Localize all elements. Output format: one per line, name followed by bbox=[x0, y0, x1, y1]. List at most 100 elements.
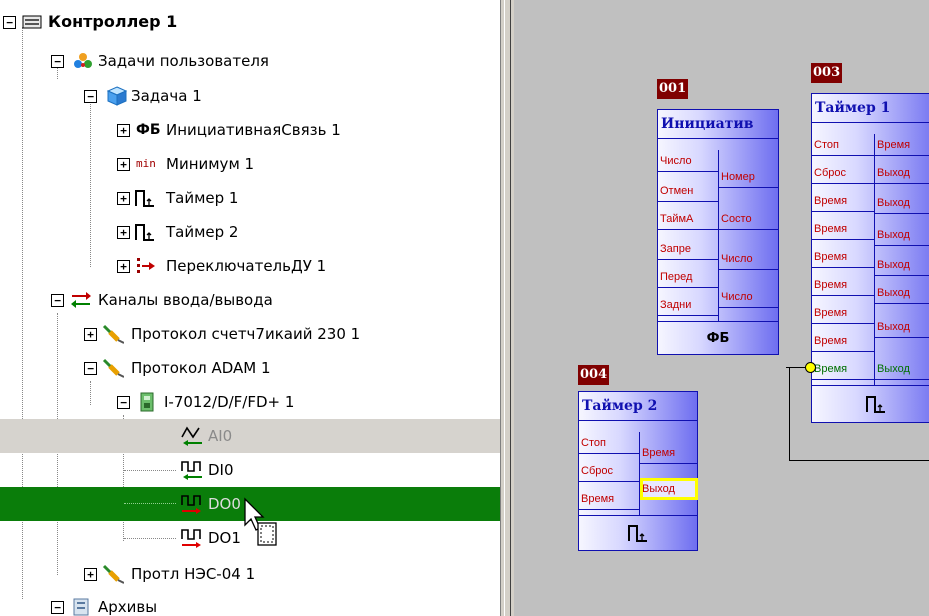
expand-icon[interactable]: + bbox=[117, 192, 130, 205]
cube-icon bbox=[106, 86, 128, 106]
input-pin[interactable]: Время bbox=[812, 274, 874, 296]
input-pin[interactable]: Перед bbox=[658, 266, 718, 288]
block-tag: 004 bbox=[578, 365, 610, 385]
block-title: Инициатив bbox=[658, 110, 778, 139]
input-pin-connected[interactable]: Время bbox=[812, 358, 874, 380]
input-pin[interactable]: Сброс bbox=[579, 460, 639, 482]
block-footer: ФБ bbox=[658, 321, 778, 354]
input-pin[interactable]: Запре bbox=[658, 238, 718, 260]
tree-item-module[interactable]: − I-7012/D/F/FD+ 1 bbox=[0, 385, 500, 419]
output-pin[interactable]: Время bbox=[640, 442, 698, 464]
tree-item-min[interactable]: + min Минимум 1 bbox=[0, 147, 500, 181]
tree-item-archives[interactable]: − Архивы bbox=[0, 590, 500, 616]
block-title: Таймер 1 bbox=[812, 94, 929, 123]
tree-item-label: Задачи пользователя bbox=[98, 52, 269, 70]
input-pin[interactable]: Время bbox=[812, 190, 874, 212]
tree-item-fb[interactable]: + ФБ ИнициативнаяСвязь 1 bbox=[0, 113, 500, 147]
module-icon bbox=[136, 392, 158, 412]
output-pin[interactable]: Число bbox=[719, 286, 778, 308]
expand-icon[interactable]: + bbox=[117, 124, 130, 137]
tree-item-label: Каналы ввода/вывода bbox=[98, 291, 273, 309]
function-block-timer2[interactable]: Таймер 2 Стоп Сброс Время Время Выход bbox=[578, 391, 698, 551]
collapse-icon[interactable]: − bbox=[84, 362, 97, 375]
function-block-timer1[interactable]: Таймер 1 Стоп Сброс Время Время Время Вр… bbox=[811, 93, 929, 423]
collapse-icon[interactable]: − bbox=[51, 294, 64, 307]
input-pin[interactable]: Отмен bbox=[658, 180, 718, 202]
tree-item-proto-adam[interactable]: − Протокол ADAM 1 bbox=[0, 351, 500, 385]
diagram-canvas[interactable]: 001 Инициатив Число Отмен ТаймА Запре Пе… bbox=[514, 0, 929, 616]
block-title: Таймер 2 bbox=[579, 392, 697, 421]
panel-splitter[interactable] bbox=[500, 0, 514, 616]
input-pin[interactable]: Время bbox=[579, 488, 639, 510]
input-pin[interactable]: Стоп bbox=[579, 432, 639, 454]
input-pin[interactable]: Время bbox=[812, 330, 874, 352]
output-pin[interactable]: Номер bbox=[719, 166, 778, 188]
input-pin[interactable]: ТаймА bbox=[658, 208, 718, 230]
project-tree[interactable]: − Контроллер 1 − Задачи пользователя − З… bbox=[0, 0, 500, 616]
tree-item-label: I-7012/D/F/FD+ 1 bbox=[164, 393, 295, 411]
tree-item-timer2[interactable]: + Таймер 2 bbox=[0, 215, 500, 249]
tree-item-timer1[interactable]: + Таймер 1 bbox=[0, 181, 500, 215]
collapse-icon[interactable]: − bbox=[51, 601, 64, 614]
tree-item-proto-counter[interactable]: + Протокол счетч7икаий 230 1 bbox=[0, 317, 500, 351]
output-pin-connected[interactable]: Выход bbox=[875, 358, 929, 380]
tree-item-label: Таймер 2 bbox=[166, 223, 239, 241]
tree-connector bbox=[124, 503, 176, 504]
input-pin[interactable]: Время bbox=[812, 218, 874, 240]
tree-item-user-tasks[interactable]: − Задачи пользователя bbox=[0, 44, 500, 78]
plug-icon bbox=[102, 358, 124, 378]
output-pin[interactable]: Выход bbox=[875, 192, 929, 214]
tree-item-label: Контроллер 1 bbox=[48, 12, 178, 31]
output-pin[interactable]: Состо bbox=[719, 208, 778, 230]
output-pin[interactable]: Выход bbox=[875, 254, 929, 276]
min-icon: min bbox=[136, 157, 156, 170]
expand-icon[interactable]: + bbox=[117, 260, 130, 273]
tree-item-controller[interactable]: − Контроллер 1 bbox=[0, 5, 500, 39]
tree-item-label: DI0 bbox=[208, 461, 234, 479]
io-arrows-icon bbox=[70, 290, 92, 310]
controller-icon bbox=[21, 12, 43, 32]
tree-item-label: Минимум 1 bbox=[166, 155, 255, 173]
tree-item-label: AI0 bbox=[208, 427, 233, 445]
expand-icon[interactable]: + bbox=[84, 568, 97, 581]
switch-icon bbox=[134, 256, 156, 276]
tree-item-ai0[interactable]: AI0 bbox=[0, 419, 500, 453]
timer-icon bbox=[134, 188, 156, 208]
plug-icon bbox=[102, 564, 124, 584]
output-pin[interactable]: Число bbox=[719, 248, 778, 270]
tree-item-label: Протокол ADAM 1 bbox=[131, 359, 271, 377]
output-pin[interactable]: Выход bbox=[875, 224, 929, 246]
expand-icon[interactable]: + bbox=[117, 158, 130, 171]
input-pin[interactable]: Время bbox=[812, 302, 874, 324]
tree-item-di0[interactable]: DI0 bbox=[0, 453, 500, 487]
tree-item-switch-du[interactable]: + ПереключательДУ 1 bbox=[0, 249, 500, 283]
output-pin[interactable]: Время bbox=[875, 134, 929, 156]
plug-icon bbox=[102, 324, 124, 344]
tree-item-task1[interactable]: − Задача 1 bbox=[0, 79, 500, 113]
expand-icon[interactable]: + bbox=[84, 328, 97, 341]
tree-item-proto-nes[interactable]: + Протл НЭС-04 1 bbox=[0, 557, 500, 591]
output-pin-highlighted[interactable]: Выход bbox=[640, 478, 698, 500]
function-block-fb[interactable]: Инициатив Число Отмен ТаймА Запре Перед … bbox=[657, 109, 779, 355]
digital-output-icon bbox=[180, 494, 202, 514]
output-pin[interactable]: Выход bbox=[875, 162, 929, 184]
input-pin[interactable]: Стоп bbox=[812, 134, 874, 156]
connection-wire bbox=[789, 460, 929, 461]
input-pin[interactable]: Задни bbox=[658, 294, 718, 316]
expand-icon[interactable]: + bbox=[117, 226, 130, 239]
collapse-icon[interactable]: − bbox=[117, 396, 130, 409]
connection-point[interactable] bbox=[805, 362, 816, 373]
fb-icon: ФБ bbox=[136, 122, 161, 138]
output-pin[interactable]: Выход bbox=[875, 282, 929, 304]
input-pin[interactable]: Сброс bbox=[812, 162, 874, 184]
input-pin[interactable]: Число bbox=[658, 150, 718, 172]
input-pin[interactable]: Время bbox=[812, 246, 874, 268]
digital-input-icon bbox=[180, 460, 202, 480]
drag-cursor-icon bbox=[244, 497, 277, 546]
collapse-icon[interactable]: − bbox=[84, 90, 97, 103]
output-pin[interactable]: Выход bbox=[875, 316, 929, 338]
tree-item-io-channels[interactable]: − Каналы ввода/вывода bbox=[0, 283, 500, 317]
collapse-icon[interactable]: − bbox=[51, 55, 64, 68]
archive-icon bbox=[70, 597, 92, 616]
collapse-icon[interactable]: − bbox=[3, 16, 16, 29]
